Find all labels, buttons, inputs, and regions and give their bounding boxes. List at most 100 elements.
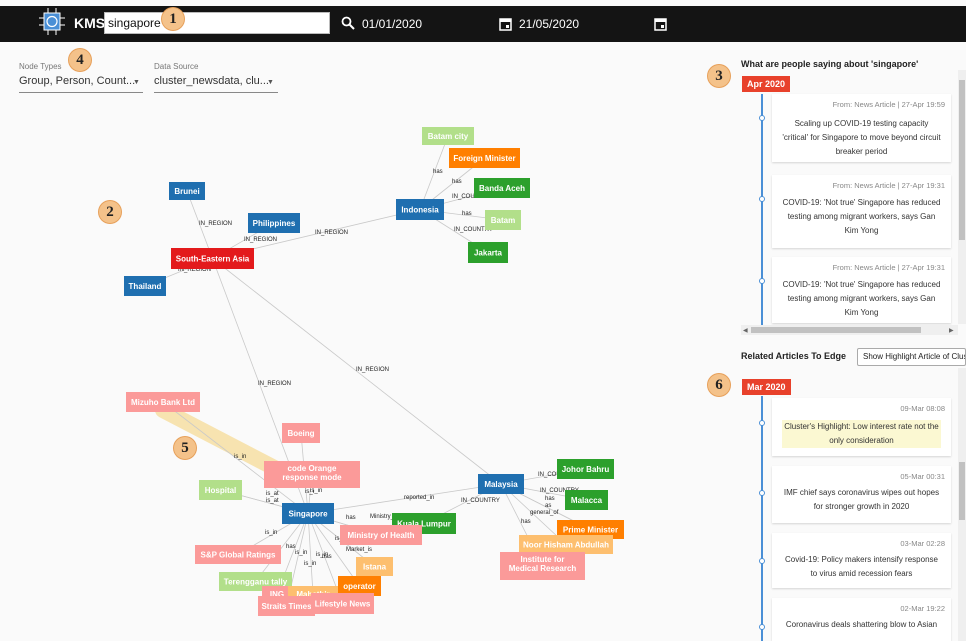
people-vertical-scrollbar[interactable] bbox=[958, 70, 966, 324]
graph-node-foreignmin[interactable]: Foreign Minister bbox=[449, 148, 520, 168]
timeline-dot bbox=[759, 420, 765, 426]
edge-label: reported_in bbox=[404, 495, 434, 501]
node-types-value: Group, Person, Count... bbox=[19, 75, 136, 87]
edge-label: is_in bbox=[304, 561, 316, 567]
related-article-card[interactable]: 05-Mar 00:31 IMF chief says coronavirus … bbox=[772, 466, 951, 523]
graph-node-label: S&P Global Ratings bbox=[201, 551, 277, 560]
graph-node-brunei[interactable]: Brunei bbox=[169, 182, 205, 200]
graph-node-label: Mizuho Bank Ltd bbox=[131, 398, 195, 407]
graph-node-label: Foreign Minister bbox=[453, 154, 515, 163]
edge-label: IN_REGION bbox=[199, 221, 232, 227]
app-name: KMS bbox=[74, 15, 106, 31]
graph-node-label: Banda Aceh bbox=[479, 184, 525, 193]
scrollbar-thumb[interactable] bbox=[959, 462, 965, 520]
edge-label: IN_REGION bbox=[258, 381, 291, 387]
edge-label: IN_REGION bbox=[315, 230, 348, 236]
graph-node-jakarta[interactable]: Jakarta bbox=[468, 242, 508, 263]
node-types-select[interactable]: Group, Person, Count... bbox=[19, 75, 143, 93]
related-article-card[interactable]: 09-Mar 08:08 Cluster's Highlight: Low in… bbox=[772, 398, 951, 456]
graph-node-label: Lifestyle News bbox=[315, 600, 371, 609]
people-article-card[interactable]: From: News Article | 27-Apr 19:31 COVID-… bbox=[772, 175, 951, 248]
edge-label: has bbox=[545, 496, 555, 502]
graph-node-malaysia[interactable]: Malaysia bbox=[478, 474, 524, 494]
edge-label: has bbox=[462, 211, 472, 217]
article-meta: 02-Mar 19:22 bbox=[900, 604, 945, 613]
data-source-value: cluster_newsdata, clu... bbox=[154, 75, 269, 87]
graph-node-label: Brunei bbox=[174, 187, 199, 196]
people-article-card[interactable]: From: News Article | 27-Apr 19:31 COVID-… bbox=[772, 257, 951, 323]
graph-node-malacca[interactable]: Malacca bbox=[565, 490, 608, 510]
graph-node-label: Jakarta bbox=[474, 249, 503, 258]
annotation-badge-1: 1 bbox=[162, 8, 184, 30]
people-horizontal-scrollbar[interactable]: ◀ ▶ bbox=[741, 325, 958, 335]
edge-label: has bbox=[452, 179, 462, 185]
edge-label: has bbox=[433, 169, 443, 175]
graph-node-mizuho[interactable]: Mizuho Bank Ltd bbox=[126, 392, 200, 412]
graph-node-philippines[interactable]: Philippines bbox=[248, 213, 300, 233]
edge-label: is_in bbox=[234, 454, 246, 460]
kms-logo-icon bbox=[39, 8, 65, 35]
graph-node-thailand[interactable]: Thailand bbox=[124, 276, 166, 296]
graph-node-bandaaceh[interactable]: Banda Aceh bbox=[474, 178, 530, 198]
article-text: Covid-19: Policy makers intensify respon… bbox=[785, 555, 938, 578]
timeline-dot bbox=[759, 278, 765, 284]
graph-node-batamcity[interactable]: Batam city bbox=[422, 127, 474, 145]
graph-node-hospital[interactable]: Hospital bbox=[199, 480, 242, 500]
annotation-badge-4: 4 bbox=[69, 49, 91, 71]
knowledge-graph[interactable]: IN_REGION IN_REGION IN_REGION IN_REGION IN_R… bbox=[0, 100, 720, 641]
edge-label: has bbox=[346, 515, 356, 521]
graph-node-indonesia[interactable]: Indonesia bbox=[396, 199, 444, 220]
search-icon[interactable] bbox=[341, 16, 355, 30]
edge-label: is_in bbox=[295, 550, 307, 556]
graph-node-label: Malaysia bbox=[484, 480, 518, 489]
edge-label: is_at bbox=[266, 498, 279, 504]
people-month-tag: Apr 2020 bbox=[742, 76, 791, 92]
graph-node-johor[interactable]: Johor Bahru bbox=[557, 459, 614, 479]
graph-node-label: Straits Times bbox=[261, 602, 312, 611]
article-meta: From: News Article | 27-Apr 19:31 bbox=[832, 263, 945, 272]
calendar-from-icon[interactable] bbox=[499, 17, 512, 31]
scroll-right-icon[interactable]: ▶ bbox=[949, 327, 954, 334]
scroll-left-icon[interactable]: ◀ bbox=[743, 327, 748, 334]
scrollbar-thumb[interactable] bbox=[751, 327, 921, 333]
graph-node-label: Batam bbox=[491, 216, 515, 225]
graph-node-codeorange[interactable]: code Orange response mode bbox=[264, 461, 360, 488]
graph-node-label: Batam city bbox=[428, 132, 469, 141]
node-types-chevron-down-icon[interactable]: ▼ bbox=[133, 79, 140, 86]
date-from-field[interactable]: 01/01/2020 bbox=[362, 17, 422, 31]
article-meta: From: News Article | 27-Apr 19:59 bbox=[832, 100, 945, 109]
date-to-field[interactable]: 21/05/2020 bbox=[519, 17, 579, 31]
graph-node-sp[interactable]: S&P Global Ratings bbox=[195, 545, 281, 564]
graph-node-noor[interactable]: Noor Hisham Abdullah bbox=[519, 535, 613, 554]
annotation-badge-5: 5 bbox=[174, 437, 196, 459]
app-root: KMS 01/01/2020 21/05/2020 1 Node Types G… bbox=[0, 0, 966, 641]
graph-node-label: Indonesia bbox=[401, 206, 439, 215]
search-input[interactable] bbox=[104, 12, 330, 34]
article-text: Scaling up COVID-19 testing capacity 'cr… bbox=[782, 119, 941, 156]
graph-node-boeing[interactable]: Boeing bbox=[282, 423, 320, 443]
graph-node-moh[interactable]: Ministry of Health bbox=[340, 525, 422, 545]
graph-node-lifestyle[interactable]: Lifestyle News bbox=[311, 593, 374, 614]
article-text: IMF chief says coronavirus wipes out hop… bbox=[783, 488, 940, 511]
calendar-to-icon[interactable] bbox=[654, 17, 667, 31]
graph-node-sea[interactable]: South-Eastern Asia bbox=[171, 248, 254, 269]
graph-node-istana[interactable]: Istana bbox=[356, 557, 393, 576]
related-article-card[interactable]: 03-Mar 02:28 Covid-19: Policy makers int… bbox=[772, 533, 951, 588]
edge-label: as bbox=[545, 503, 551, 509]
edge-label: has bbox=[322, 554, 332, 560]
graph-node-singapore[interactable]: Singapore bbox=[282, 503, 334, 524]
data-source-chevron-down-icon[interactable]: ▼ bbox=[267, 79, 274, 86]
graph-node-batam[interactable]: Batam bbox=[485, 210, 521, 230]
related-vertical-scrollbar[interactable] bbox=[958, 368, 966, 641]
graph-node-imr[interactable]: Institute for Medical Research bbox=[500, 552, 585, 580]
related-article-card[interactable]: 02-Mar 19:22 Coronavirus deals shatterin… bbox=[772, 598, 951, 641]
related-articles-title: Related Articles To Edge bbox=[741, 351, 847, 361]
graph-node-label: operator bbox=[343, 582, 375, 591]
people-article-card[interactable]: From: News Article | 27-Apr 19:59 Scalin… bbox=[772, 94, 951, 162]
annotation-badge-3: 3 bbox=[708, 65, 730, 87]
graph-node-straits[interactable]: Straits Times bbox=[258, 596, 315, 616]
scrollbar-thumb[interactable] bbox=[959, 80, 965, 240]
data-source-select[interactable]: cluster_newsdata, clu... bbox=[154, 75, 278, 93]
article-meta: 09-Mar 08:08 bbox=[900, 404, 945, 413]
highlight-cluster-dropdown[interactable]: Show Highlight Article of Clust bbox=[857, 348, 966, 366]
